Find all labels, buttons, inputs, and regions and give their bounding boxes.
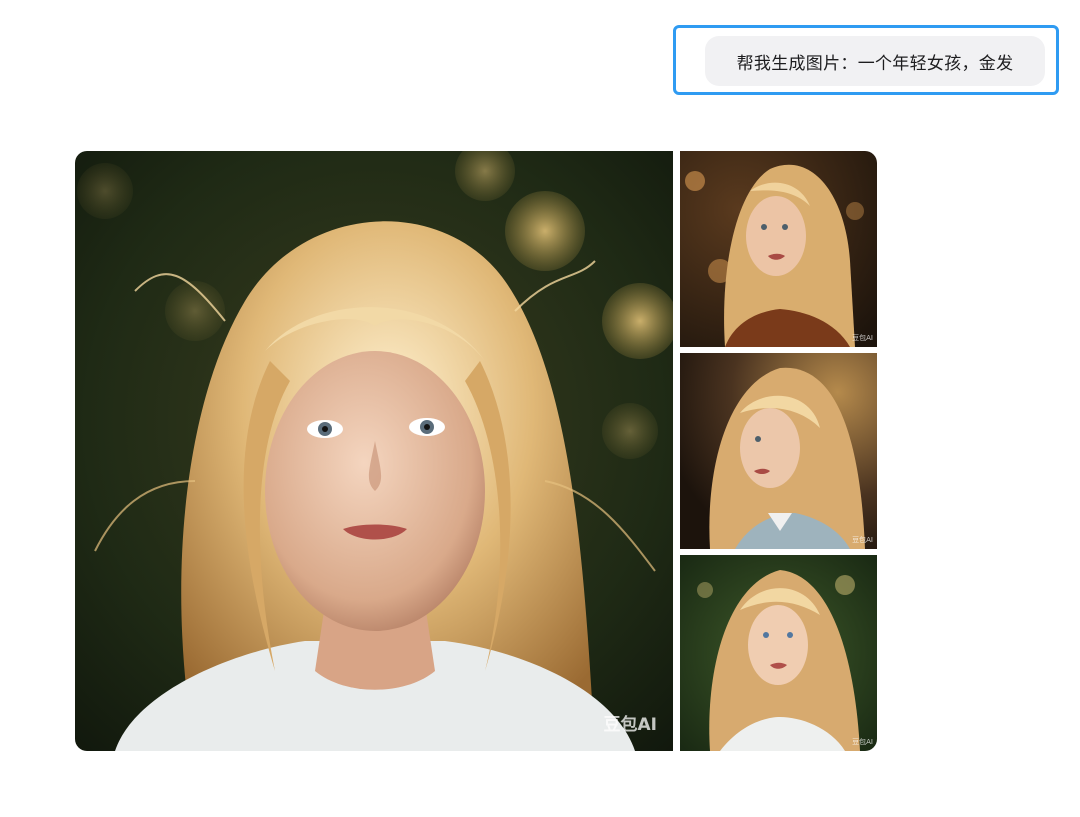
generated-image-grid: 豆包AI 豆包AI 豆包AI 豆包AI — [75, 151, 877, 751]
portrait-thumb-3-illustration — [680, 555, 877, 751]
generated-image-main[interactable]: 豆包AI — [75, 151, 673, 751]
portrait-main-illustration — [75, 151, 673, 751]
portrait-thumb-2-illustration — [680, 353, 877, 549]
generated-image-thumb-1[interactable]: 豆包AI — [680, 151, 877, 347]
user-message-focus-frame: 帮我生成图片：一个年轻女孩，金发 — [673, 25, 1059, 95]
chat-page: 帮我生成图片：一个年轻女孩，金发 豆包AI 豆包AI 豆包AI 豆包AI — [0, 0, 1080, 817]
generated-image-thumb-2[interactable]: 豆包AI — [680, 353, 877, 549]
user-message-bubble[interactable]: 帮我生成图片：一个年轻女孩，金发 — [705, 36, 1045, 86]
generated-image-thumb-3[interactable]: 豆包AI — [680, 555, 877, 751]
user-message-text: 帮我生成图片：一个年轻女孩，金发 — [736, 53, 1014, 74]
portrait-thumb-1-illustration — [680, 151, 877, 347]
